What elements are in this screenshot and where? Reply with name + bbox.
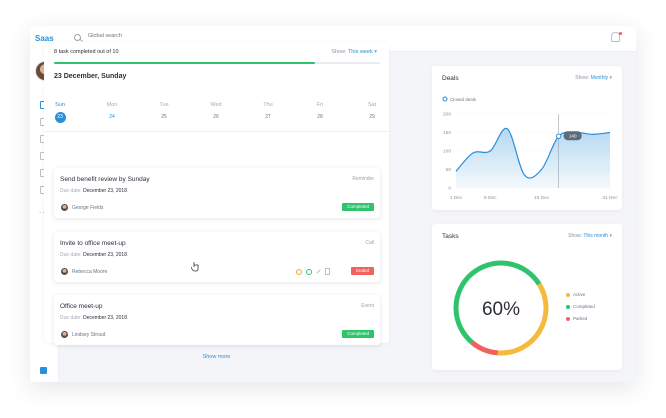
calendar-day[interactable]: Fri 28 xyxy=(312,102,328,123)
day-name: Fri xyxy=(316,102,324,108)
progress-fill xyxy=(54,62,315,64)
task-list-panel: 8 task completed out of 10 Show: This we… xyxy=(44,42,389,360)
y-tick-label: 0 xyxy=(448,186,451,192)
task-card[interactable]: Office meet-up Event Due date: December … xyxy=(54,295,380,345)
due-label: Due date: xyxy=(60,315,82,321)
task-card[interactable]: Send benefit review by Sunday Reminder D… xyxy=(54,168,380,218)
legend-label: Closed deals xyxy=(450,97,477,102)
task-progress-bar xyxy=(54,62,380,64)
task-due: Due date: December 23, 2018 xyxy=(60,315,127,321)
due-date: December 23, 2018 xyxy=(83,188,127,194)
edit-icon[interactable] xyxy=(316,269,321,274)
legend-label: Active xyxy=(573,292,586,297)
day-date: 29 xyxy=(369,114,375,120)
trash-icon[interactable] xyxy=(325,268,330,275)
avatar xyxy=(61,268,68,275)
legend-completed: Completed xyxy=(566,304,595,309)
hover-point xyxy=(555,133,562,139)
x-tick-label: 31 Dec xyxy=(602,195,618,201)
divider xyxy=(44,131,389,132)
task-summary: 8 task completed out of 10 xyxy=(54,49,119,55)
assignee-name: Lindsey Stroud xyxy=(72,332,106,338)
task-due: Due date: December 23, 2018 xyxy=(60,188,127,194)
deals-panel: Deals Show: Monthly ▾ Closed deals 0 50 100… xyxy=(432,66,622,210)
day-name: Sat xyxy=(367,102,377,108)
assignee-name: Rebecca Moore xyxy=(72,269,108,275)
day-date: 28 xyxy=(317,114,323,120)
task-title: Send benefit review by Sunday xyxy=(60,176,150,183)
help-icon[interactable] xyxy=(40,367,47,374)
day-date: 24 xyxy=(109,114,115,120)
legend-dot xyxy=(566,304,570,309)
x-tick-label: 16 Dec xyxy=(534,195,550,201)
calendar-day[interactable]: Mon 24 xyxy=(104,102,120,123)
legend-dot xyxy=(442,96,448,102)
legend-label: Parked xyxy=(573,316,588,321)
chevron-down-icon: ▾ xyxy=(374,49,377,55)
legend-dot xyxy=(566,316,570,321)
task-type: Call xyxy=(365,240,374,246)
status-badge: Ended xyxy=(350,267,374,275)
calendar-day[interactable]: Sat 29 xyxy=(364,102,380,123)
show-more-link[interactable]: Show more xyxy=(44,354,389,360)
donut-percent: 60% xyxy=(482,299,520,320)
task-title: Invite to office meet-up xyxy=(60,240,126,247)
legend-parked: Parked xyxy=(566,316,587,321)
calendar-day[interactable]: Sun 23 xyxy=(52,102,68,123)
calendar-day[interactable]: Tue 25 xyxy=(156,102,172,123)
x-tick-label: 8 Dec xyxy=(484,195,497,201)
search-icon xyxy=(74,34,81,41)
selected-date-title: 23 December, Sunday xyxy=(54,73,127,80)
y-tick-label: 200 xyxy=(443,112,451,118)
task-type: Reminder xyxy=(352,176,374,182)
task-type: Event xyxy=(361,303,374,309)
legend-dot xyxy=(566,292,570,297)
deals-chart: Closed deals 0 50 100 150 200 1 Dec 8 Dec 16 Dec… xyxy=(442,96,618,201)
status-circle-icon[interactable] xyxy=(306,268,312,275)
day-name: Tue xyxy=(159,102,169,108)
due-date: December 23, 2018 xyxy=(83,252,127,258)
task-card[interactable]: Invite to office meet-up Call Due date: … xyxy=(54,232,380,282)
status-badge: Completed xyxy=(342,203,374,211)
notification-dot xyxy=(619,32,622,35)
task-due: Due date: December 23, 2018 xyxy=(60,252,127,258)
day-date: 23 xyxy=(54,112,66,123)
calendar-day[interactable]: Wed 26 xyxy=(208,102,224,123)
search-input[interactable] xyxy=(88,33,288,39)
avatar xyxy=(61,331,68,338)
tooltip-value: 140 xyxy=(569,134,577,139)
priority-circle-icon[interactable] xyxy=(296,268,302,275)
y-tick-label: 150 xyxy=(443,130,451,136)
day-name: Thu xyxy=(263,102,273,108)
calendar-day[interactable]: Thu 27 xyxy=(260,102,276,123)
assignee-name: George Fields xyxy=(72,205,104,211)
day-date: 26 xyxy=(213,114,219,120)
day-name: Wed xyxy=(210,102,222,108)
week-filter[interactable]: Show: This week ▾ xyxy=(331,49,377,55)
day-date: 25 xyxy=(161,114,167,120)
tasks-donut-chart: 60% xyxy=(453,260,549,356)
y-tick-label: 50 xyxy=(446,167,452,173)
week-strip: Sun 23 Mon 24 Tue 25 Wed 26 Thu 27 Fri 28 Sat 29 xyxy=(52,102,382,124)
donut-segment xyxy=(470,340,499,356)
legend-active: Active xyxy=(566,292,585,297)
filter-value: This week xyxy=(347,49,373,55)
due-label: Due date: xyxy=(60,252,82,258)
y-tick-label: 100 xyxy=(443,149,451,155)
due-date: December 23, 2018 xyxy=(83,315,127,321)
due-label: Due date: xyxy=(60,188,82,194)
hand-cursor-icon xyxy=(191,262,199,272)
tasks-donut-panel: Tasks Show: This month ▾ 60% Active Comp… xyxy=(432,224,622,370)
status-badge: Completed xyxy=(342,330,374,338)
day-date: 27 xyxy=(265,114,271,120)
filter-label: Show: xyxy=(331,49,347,55)
day-name: Mon xyxy=(106,102,118,108)
legend-label: Completed xyxy=(573,304,595,309)
task-actions xyxy=(296,268,330,275)
task-title: Office meet-up xyxy=(60,303,103,310)
x-tick-label: 1 Dec xyxy=(450,195,463,201)
area-fill xyxy=(456,128,610,188)
day-name: Sun xyxy=(55,102,65,108)
avatar xyxy=(61,204,68,211)
